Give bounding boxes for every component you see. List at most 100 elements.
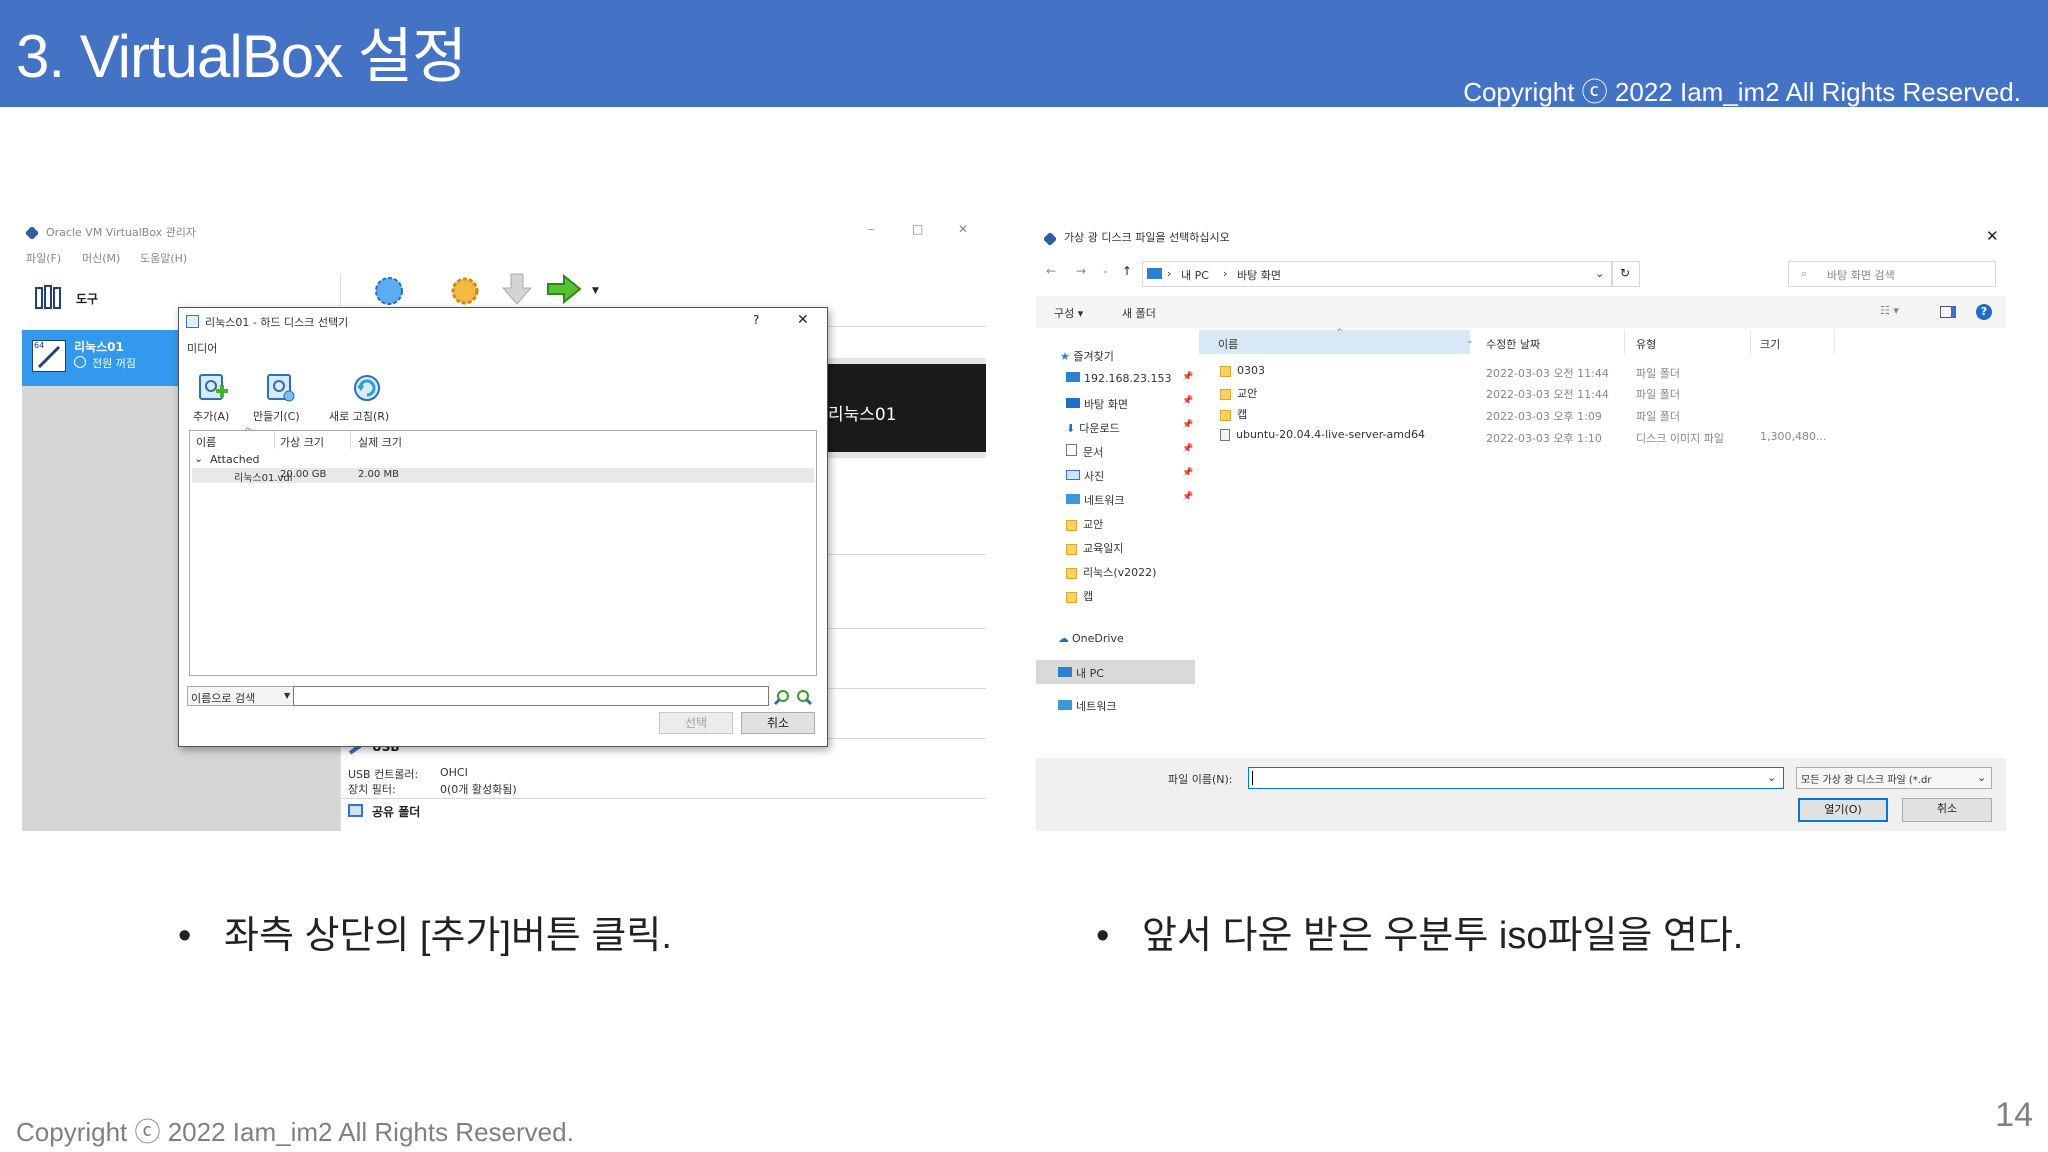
file-row[interactable]: 0303 <box>1220 364 1265 377</box>
search-icon: ⌕ <box>1801 267 1808 280</box>
menu-help[interactable]: 도움말(H) <box>140 250 187 266</box>
add-disk-label[interactable]: 추가(A) <box>193 408 229 424</box>
col-divider <box>274 431 275 449</box>
organize-menu[interactable]: 구성 ▾ <box>1054 305 1083 321</box>
chevron-down-icon[interactable]: ⌄ <box>1466 336 1474 346</box>
disk-virtual-size: 20.00 GB <box>280 469 327 480</box>
nav-quick-access[interactable]: ★ 즐겨찾기 <box>1060 348 1114 364</box>
search-next-icon[interactable] <box>795 688 813 710</box>
nav-item[interactable]: 캡 <box>1066 588 1093 604</box>
choose-button[interactable]: 선택 <box>659 712 733 734</box>
nav-item[interactable]: 문서 <box>1066 444 1103 460</box>
menu-file[interactable]: 파일(F) <box>26 250 61 266</box>
help-icon[interactable]: ? <box>1976 304 1992 320</box>
nav-item-label: 교육일지 <box>1083 542 1124 555</box>
nav-item-label: 다운로드 <box>1079 422 1120 435</box>
col-size[interactable]: 크기 <box>1760 336 1780 352</box>
chevron-down-icon[interactable]: ⌄ <box>1595 267 1604 280</box>
help-button[interactable]: ? <box>753 313 759 327</box>
breadcrumb-my-pc[interactable]: 내 PC <box>1181 267 1209 283</box>
file-size: 1,300,480... <box>1760 430 1827 443</box>
start-icon[interactable] <box>546 273 582 308</box>
nav-onedrive-label: OneDrive <box>1072 632 1124 645</box>
nav-item-label: 바탕 화면 <box>1084 398 1128 411</box>
dialog-cancel-button[interactable]: 취소 <box>741 712 815 734</box>
nav-my-pc[interactable]: 내 PC <box>1058 665 1104 681</box>
file-row[interactable]: 캡 <box>1220 406 1247 422</box>
nav-item[interactable]: 사진 <box>1066 468 1104 484</box>
file-row[interactable]: ubuntu-20.04.4-live-server-amd64 <box>1220 428 1425 441</box>
nav-item[interactable]: ⬇ 다운로드 <box>1066 420 1120 436</box>
col-virtual-size[interactable]: 가상 크기 <box>280 434 324 450</box>
col-actual-size[interactable]: 실제 크기 <box>358 434 402 450</box>
create-disk-label[interactable]: 만들기(C) <box>253 408 300 424</box>
add-disk-button[interactable] <box>197 372 229 404</box>
col-type[interactable]: 유형 <box>1636 336 1656 352</box>
refresh-button[interactable] <box>351 372 383 404</box>
chevron-down-icon[interactable]: ⌄ <box>1767 771 1776 784</box>
media-menu[interactable]: 미디어 <box>187 340 217 356</box>
address-bar[interactable]: › 내 PC › 바탕 화면 ⌄ <box>1142 261 1612 287</box>
file-type-filter[interactable]: 모든 가상 광 디스크 파일 (*.dr ⌄ <box>1796 767 1992 789</box>
nav-onedrive[interactable]: ☁ OneDrive <box>1058 632 1124 645</box>
dialog-close-button[interactable]: ✕ <box>797 312 809 328</box>
nav-item[interactable]: 바탕 화면 <box>1066 396 1128 412</box>
nav-item[interactable]: 리눅스(v2022) <box>1066 564 1156 580</box>
maximize-button[interactable]: □ <box>912 222 923 236</box>
search-mode-select[interactable]: 이름으로 검색 ▼ <box>187 686 297 706</box>
pin-icon[interactable]: 📌 <box>1182 468 1193 478</box>
pin-icon[interactable]: 📌 <box>1182 492 1193 502</box>
col-modified[interactable]: 수정한 날짜 <box>1486 336 1540 352</box>
nav-item-label: 사진 <box>1084 470 1105 483</box>
pin-icon[interactable]: 📌 <box>1182 420 1193 430</box>
tools-label: 도구 <box>76 292 99 306</box>
minimize-button[interactable]: – <box>868 222 874 236</box>
chevron-down-icon: ⌄ <box>1977 771 1987 784</box>
menu-machine[interactable]: 머신(M) <box>82 250 120 266</box>
nav-item[interactable]: 192.168.23.153 <box>1066 372 1171 385</box>
table-row[interactable]: 리눅스01.vdi 20.00 GB 2.00 MB <box>192 468 814 484</box>
col-name[interactable]: 이름 <box>1218 336 1238 352</box>
nav-item[interactable]: 교안 <box>1066 516 1103 532</box>
refresh-button[interactable]: ↻ <box>1612 261 1640 287</box>
nav-item-label: 교안 <box>1083 518 1104 531</box>
file-dialog-close-button[interactable]: ✕ <box>1986 227 1999 245</box>
bullet-marker: • <box>1096 915 1110 957</box>
up-icon[interactable]: ↑ <box>1122 264 1132 278</box>
bullet-right: • 앞서 다운 받은 우분투 iso파일을 연다. <box>1096 904 1743 959</box>
back-icon[interactable]: ← <box>1046 264 1056 278</box>
file-dialog-cancel-button[interactable]: 취소 <box>1902 798 1992 822</box>
shared-folder-title[interactable]: 공유 폴더 <box>372 803 420 820</box>
show-icon[interactable] <box>500 272 534 312</box>
file-date: 2022-03-03 오전 11:44 <box>1486 367 1609 380</box>
pin-icon[interactable]: 📌 <box>1182 444 1193 454</box>
search-input[interactable] <box>293 686 769 706</box>
group-attached[interactable]: Attached <box>210 453 259 466</box>
forward-icon[interactable]: → <box>1076 264 1086 278</box>
col-name[interactable]: 이름 <box>196 434 216 450</box>
recent-dropdown-icon[interactable]: ⌄ <box>1102 266 1109 275</box>
file-name: ubuntu-20.04.4-live-server-amd64 <box>1236 428 1425 441</box>
breadcrumb-desktop[interactable]: 바탕 화면 <box>1237 267 1281 283</box>
refresh-label[interactable]: 새로 고침(R) <box>329 408 389 424</box>
start-dropdown-icon[interactable]: ▼ <box>592 286 599 296</box>
pc-icon <box>1058 667 1072 677</box>
new-folder-button[interactable]: 새 폴더 <box>1122 305 1156 321</box>
nav-item[interactable]: 네트워크 <box>1066 492 1124 508</box>
filename-input[interactable]: ⌄ <box>1248 767 1784 789</box>
col-divider <box>1834 330 1835 354</box>
nav-item[interactable]: 교육일지 <box>1066 540 1123 556</box>
view-options-icon[interactable]: ☷ ▾ <box>1880 304 1899 317</box>
pin-icon[interactable]: 📌 <box>1182 372 1193 382</box>
pin-icon[interactable]: 📌 <box>1182 396 1193 406</box>
close-button[interactable]: ✕ <box>958 222 968 236</box>
create-disk-button[interactable] <box>265 372 297 404</box>
search-input[interactable]: ⌕ 바탕 화면 검색 <box>1788 261 1996 287</box>
preview-pane-icon[interactable] <box>1940 306 1956 318</box>
file-row[interactable]: 교안 <box>1220 385 1257 401</box>
nav-network[interactable]: 네트워크 <box>1058 698 1116 714</box>
search-prev-icon[interactable] <box>773 688 791 710</box>
expand-icon[interactable]: ⌄ <box>194 452 203 465</box>
open-button[interactable]: 열기(O) <box>1798 798 1888 822</box>
usb-controller-label: USB 컨트롤러: <box>348 768 419 781</box>
